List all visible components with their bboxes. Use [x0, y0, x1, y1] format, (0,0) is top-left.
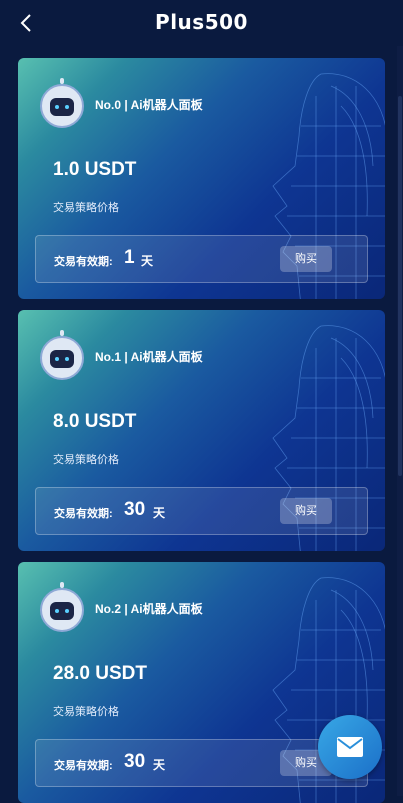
app-logo: Plus500: [0, 10, 403, 34]
validity-label: 交易有效期:: [54, 508, 113, 520]
validity-box: 交易有效期: 1 天 购买: [35, 235, 368, 283]
buy-button[interactable]: 购买: [280, 498, 332, 524]
header: Plus500: [0, 0, 403, 46]
scrollbar[interactable]: [397, 46, 403, 796]
validity-value: 30: [124, 751, 146, 772]
validity-value: 30: [124, 499, 146, 520]
robot-avatar: [40, 330, 84, 380]
price-label: 交易策略价格: [53, 454, 119, 466]
robot-avatar: [40, 78, 84, 128]
mail-icon: [337, 737, 363, 757]
validity-value: 1: [124, 247, 135, 268]
message-button[interactable]: [318, 715, 382, 779]
validity-unit: 天: [153, 506, 166, 520]
validity-label: 交易有效期:: [54, 760, 113, 772]
card-title: No.0 | Ai机器人面板: [95, 98, 203, 112]
robot-card: No.0 | Ai机器人面板 1.0 USDT 交易策略价格 交易有效期: 1 …: [18, 58, 385, 299]
price: 8.0 USDT: [53, 411, 137, 432]
scrollbar-thumb[interactable]: [398, 96, 402, 476]
validity-unit: 天: [141, 254, 154, 268]
validity-unit: 天: [153, 758, 166, 772]
buy-button[interactable]: 购买: [280, 246, 332, 272]
app-title: Plus500: [155, 10, 248, 34]
validity-label: 交易有效期:: [54, 256, 113, 268]
price: 28.0 USDT: [53, 663, 147, 684]
robot-card: No.1 | Ai机器人面板 8.0 USDT 交易策略价格 交易有效期: 30…: [18, 310, 385, 551]
price-label: 交易策略价格: [53, 202, 119, 214]
card-title: No.2 | Ai机器人面板: [95, 602, 203, 616]
price-label: 交易策略价格: [53, 706, 119, 718]
price: 1.0 USDT: [53, 159, 137, 180]
validity-box: 交易有效期: 30 天 购买: [35, 487, 368, 535]
card-title: No.1 | Ai机器人面板: [95, 350, 203, 364]
robot-avatar: [40, 582, 84, 632]
